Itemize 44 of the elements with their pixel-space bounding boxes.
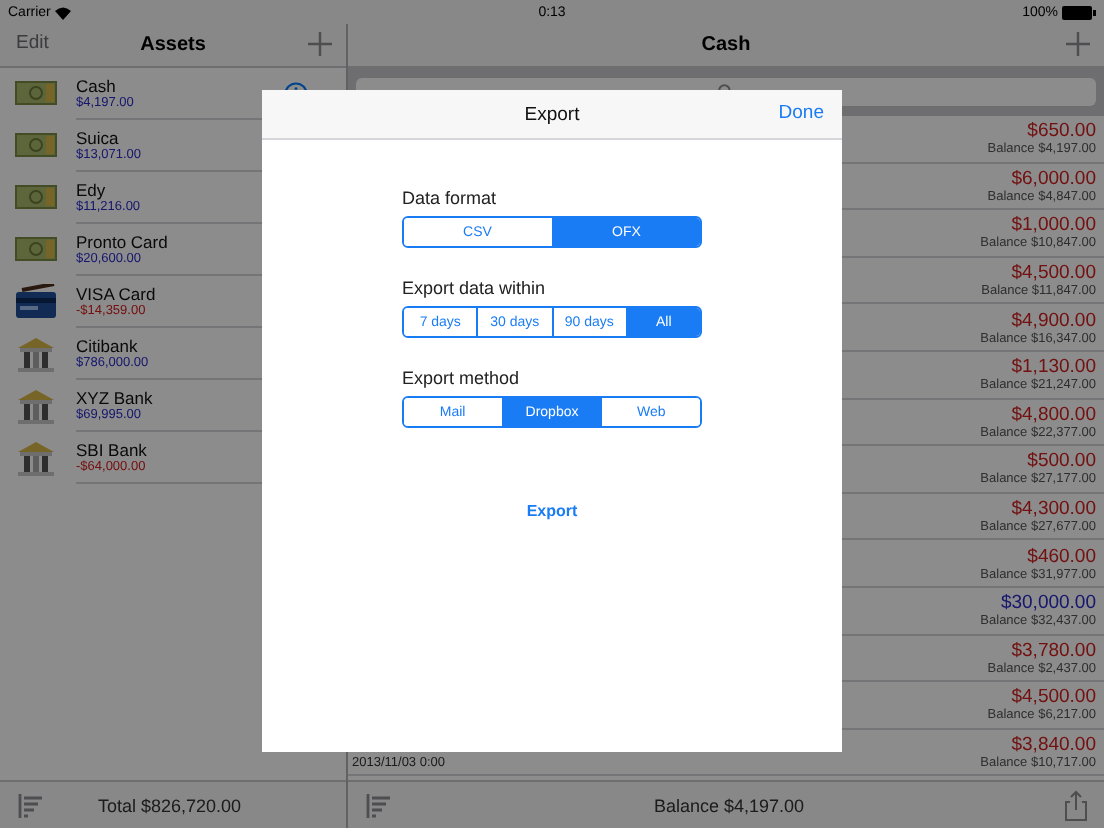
transaction-amount: $3,840.00: [1011, 734, 1096, 757]
export-button[interactable]: Export: [518, 498, 586, 524]
transaction-amount: $3,780.00: [1011, 639, 1096, 662]
battery-icon: [1062, 5, 1096, 19]
account-name: XYZ Bank: [76, 388, 153, 408]
total-label: Total $826,720.00: [98, 795, 242, 815]
nav-title: Cash: [701, 34, 751, 56]
account-name: Pronto Card: [76, 232, 168, 252]
bank-building-icon: [14, 336, 58, 372]
sort-icon: [364, 790, 394, 820]
transaction-amount: $4,500.00: [1011, 686, 1096, 709]
credit-card-icon: [14, 284, 58, 320]
transaction-amount: $1,130.00: [1011, 356, 1096, 379]
transaction-amount: $650.00: [1027, 120, 1096, 143]
transaction-amount: $460.00: [1027, 545, 1096, 568]
transaction-amount: $500.00: [1027, 450, 1096, 473]
account-name: VISA Card: [76, 284, 156, 304]
add-icon: [308, 32, 332, 56]
transaction-amount: $4,900.00: [1011, 309, 1096, 332]
transaction-amount: $4,500.00: [1011, 262, 1096, 285]
nav-title: Assets: [140, 34, 206, 56]
section-label: Data format: [402, 188, 499, 208]
bank-building-icon: [14, 440, 58, 476]
account-name: Edy: [76, 180, 106, 200]
balance-label: Balance $4,197.00: [651, 795, 807, 815]
account-name: Citibank: [76, 336, 138, 356]
dialog-title: Export: [524, 103, 580, 125]
account-name: Suica: [76, 128, 119, 148]
transaction-amount: $30,000.00: [1000, 592, 1096, 615]
add-icon: [1066, 32, 1090, 56]
transaction-amount: $1,000.00: [1011, 214, 1096, 237]
account-name: Cash: [76, 76, 116, 96]
transaction-amount: $6,000.00: [1011, 167, 1096, 190]
transaction-amount: $4,300.00: [1011, 498, 1096, 521]
transaction-amount: $4,800.00: [1011, 403, 1096, 426]
bank-building-icon: [14, 388, 58, 424]
section-label: Export data within: [402, 278, 548, 298]
account-name: SBI Bank: [76, 440, 147, 460]
done-button[interactable]: Done: [778, 102, 824, 124]
wifi-icon: [54, 5, 73, 19]
sort-icon: [16, 790, 46, 820]
edit-button[interactable]: Edit: [16, 32, 49, 54]
share-icon: [1064, 789, 1088, 821]
section-label: Export method: [402, 368, 522, 388]
